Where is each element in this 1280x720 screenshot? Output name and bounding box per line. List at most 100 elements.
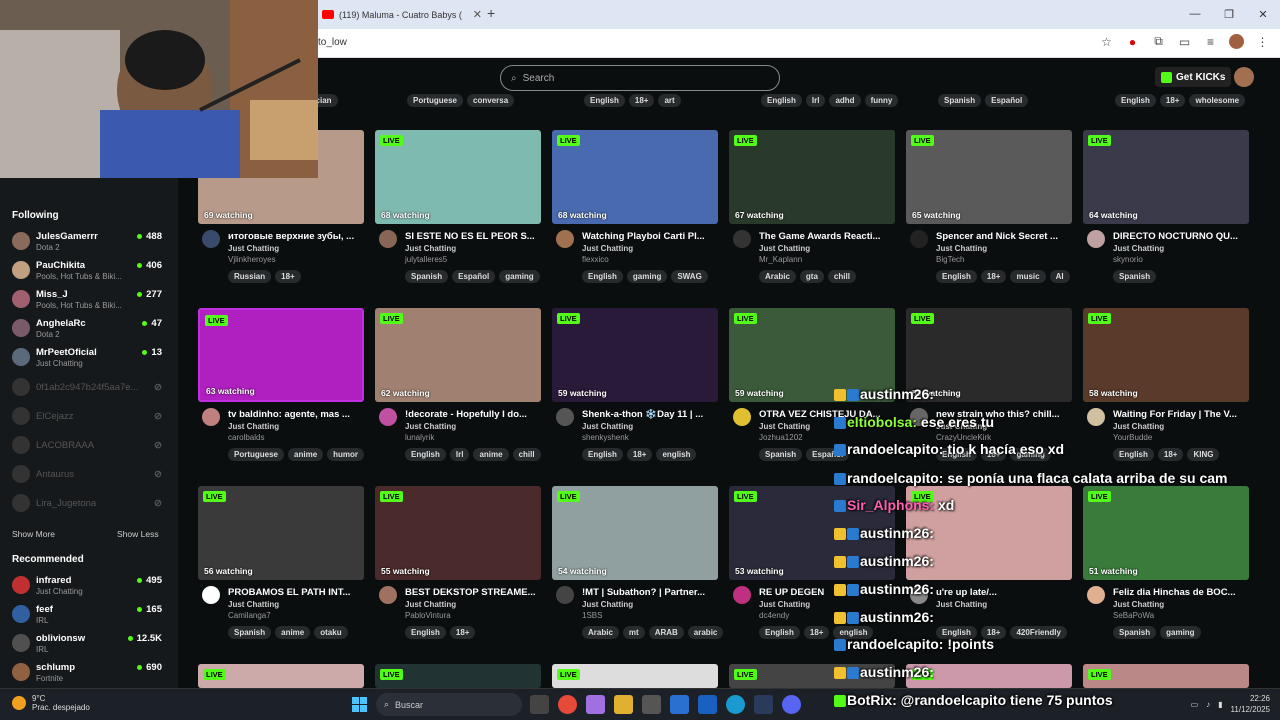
network-icon[interactable]: ▭	[1191, 700, 1199, 709]
stream-category[interactable]: Just Chatting	[936, 600, 987, 609]
explorer-icon[interactable]	[614, 695, 633, 714]
search-input[interactable]: ⌕ Search	[500, 65, 780, 91]
stream-category[interactable]: Just Chatting	[405, 422, 456, 431]
streamer-avatar[interactable]	[1087, 408, 1105, 426]
stream-thumbnail[interactable]: LIVE 55 watching	[375, 486, 541, 580]
tag[interactable]: Spanish	[938, 94, 982, 107]
chrome-icon[interactable]	[558, 695, 577, 714]
tag[interactable]: gta	[799, 270, 824, 283]
tag[interactable]: English	[582, 270, 623, 283]
stream-card[interactable]: LIVE 55 watching BEST DEKSTOP STREAME... Ju…	[375, 486, 543, 656]
tag[interactable]: arabic	[687, 626, 724, 639]
sidebar-item-recommended[interactable]: infrared Just Chatting 495	[12, 572, 162, 600]
streamer-avatar[interactable]	[1087, 230, 1105, 248]
tag[interactable]: Español	[452, 270, 496, 283]
stream-title[interactable]: u're up late/...	[936, 587, 1070, 598]
tag[interactable]: funny	[864, 94, 899, 107]
streamer-name[interactable]: skynorio	[1113, 255, 1143, 264]
streamer-name[interactable]: 1SBS	[582, 611, 602, 620]
streamer-avatar[interactable]	[379, 230, 397, 248]
sidebar-item-offline[interactable]: Antaurus ⊘	[12, 461, 162, 489]
tag[interactable]: gaming	[1160, 626, 1201, 639]
stream-title[interactable]: DIRECTO NOCTURNO QU...	[1113, 231, 1247, 242]
stream-category[interactable]: Just Chatting	[582, 422, 633, 431]
sidebar-item-offline[interactable]: 0f1ab2c947b24f5aa7e... ⊘	[12, 374, 162, 402]
stream-card[interactable]: LIVE 62 watching !decorate - Hopefully I d…	[375, 308, 543, 478]
streamer-name[interactable]: Camilanga7	[228, 611, 271, 620]
streamer-avatar[interactable]	[910, 230, 928, 248]
volume-icon[interactable]: ♪	[1206, 700, 1210, 709]
stream-category[interactable]: Just Chatting	[936, 422, 987, 431]
stream-thumbnail[interactable]: LIVE	[1083, 664, 1249, 688]
streamer-name[interactable]: Jozhua1202	[759, 433, 803, 442]
clock[interactable]: 22:26 11/12/2025	[1231, 693, 1270, 715]
stream-thumbnail[interactable]: LIVE 64 watching	[1083, 130, 1249, 224]
streamer-avatar[interactable]	[910, 586, 928, 604]
sidebar-item-following[interactable]: Miss_J Pools, Hot Tubs & Biki... 277	[12, 286, 162, 314]
stream-card[interactable]: LIVE 67 watching The Game Awards Reacti...…	[729, 130, 897, 300]
stream-thumbnail[interactable]: LIVE	[729, 664, 895, 688]
tag[interactable]: English	[936, 448, 977, 461]
stream-thumbnail[interactable]: LIVE 56 watching	[198, 486, 364, 580]
tag[interactable]: adhd	[829, 94, 861, 107]
stream-category[interactable]: Just Chatting	[582, 244, 633, 253]
edge-icon[interactable]	[726, 695, 745, 714]
weather-widget[interactable]: 9°C Prac. despejado	[12, 694, 90, 712]
stream-thumbnail[interactable]: LIVE 59 watching	[552, 308, 718, 402]
stream-thumbnail[interactable]: LIVE 68 watching	[375, 130, 541, 224]
streamer-avatar[interactable]	[202, 586, 220, 604]
stream-card[interactable]: LIVE 68 watching SI ESTE NO ES EL PEOR S..…	[375, 130, 543, 300]
tag[interactable]: gaming	[1010, 448, 1051, 461]
stream-thumbnail[interactable]: LIVE	[198, 664, 364, 688]
streamer-name[interactable]: YourBudde	[1113, 433, 1152, 442]
close-tab-icon[interactable]: ✕	[473, 8, 482, 21]
tag[interactable]: mt	[622, 626, 645, 639]
tag[interactable]: 18+	[980, 448, 1007, 461]
tag[interactable]: Spanish	[1113, 626, 1157, 639]
url-text[interactable]: to_low	[318, 37, 347, 48]
sidebar-item-recommended[interactable]: schlump Fortnite 690	[12, 659, 162, 687]
stream-card[interactable]: LIVE 58 watching new strain who this? chil…	[906, 308, 1074, 478]
tag[interactable]: gaming	[626, 270, 668, 283]
stream-card[interactable]: LIVE	[375, 664, 543, 688]
stream-category[interactable]: Just Chatting	[228, 244, 279, 253]
tag[interactable]: 18+	[980, 626, 1007, 639]
copilot-icon[interactable]	[586, 695, 605, 714]
stream-title[interactable]: RE UP DEGEN	[759, 587, 893, 598]
taskview-icon[interactable]	[530, 695, 549, 714]
stream-category[interactable]: Just Chatting	[936, 244, 987, 253]
extensions-icon[interactable]: ⧉	[1151, 34, 1166, 49]
tag[interactable]: English	[936, 626, 977, 639]
sidebar-item-offline[interactable]: Lira_Jugetona ⊘	[12, 490, 162, 518]
stream-card[interactable]: LIVE 65 watching Spencer and Nick Secret .…	[906, 130, 1074, 300]
stream-card[interactable]: LIVE 56 watching PROBAMOS EL PATH INT... Ju…	[198, 486, 366, 656]
stream-thumbnail[interactable]: LIVE 58 watching	[1083, 308, 1249, 402]
stream-card[interactable]: LIVE 54 watching !MT | Subathon? | Partner…	[552, 486, 724, 656]
stream-card[interactable]: LIVE 53 watching RE UP DEGEN Just Chatting d…	[729, 486, 897, 656]
stream-thumbnail[interactable]: LIVE 65 watching	[906, 130, 1072, 224]
streamer-name[interactable]: carolbalds	[228, 433, 264, 442]
streamer-avatar[interactable]	[556, 586, 574, 604]
stream-card[interactable]: LIVE 58 watching Waiting For Friday | The …	[1083, 308, 1251, 478]
stream-title[interactable]: tv baldinho: agente, mas ...	[228, 409, 362, 420]
stream-thumbnail[interactable]: LIVE	[906, 664, 1072, 688]
streamer-name[interactable]: lunalyrik	[405, 433, 434, 442]
stream-thumbnail[interactable]: LIVE 58 watching	[906, 308, 1072, 402]
sidebar-item-recommended[interactable]: feef IRL 165	[12, 601, 162, 629]
streamer-avatar[interactable]	[202, 230, 220, 248]
tag[interactable]: KING	[1187, 448, 1220, 461]
discord-icon[interactable]	[782, 695, 801, 714]
stream-card[interactable]: LIVE 63 watching tv baldinho: agente, mas …	[198, 308, 366, 478]
stream-thumbnail[interactable]: LIVE 62 watching	[375, 308, 541, 402]
store-icon[interactable]	[642, 695, 661, 714]
stream-card[interactable]: LIVE 64 watching DIRECTO NOCTURNO QU... Jus…	[1083, 130, 1251, 300]
streamer-name[interactable]: CrazyUncleKirk	[936, 433, 991, 442]
tag[interactable]: 18+	[449, 626, 476, 639]
tag[interactable]: Español	[985, 94, 1029, 107]
sidebar-item-offline[interactable]: LACOBRAAA ⊘	[12, 432, 162, 460]
tag[interactable]: 18+	[980, 270, 1007, 283]
stream-category[interactable]: Just Chatting	[759, 422, 810, 431]
stream-card[interactable]: LIVE 59 watching OTRA VEZ CHISTEJU DA... Ju…	[729, 308, 897, 478]
media-icon[interactable]: ≡	[1203, 34, 1218, 49]
stream-title[interactable]: итоговые верхние зубы, ...	[228, 231, 362, 242]
